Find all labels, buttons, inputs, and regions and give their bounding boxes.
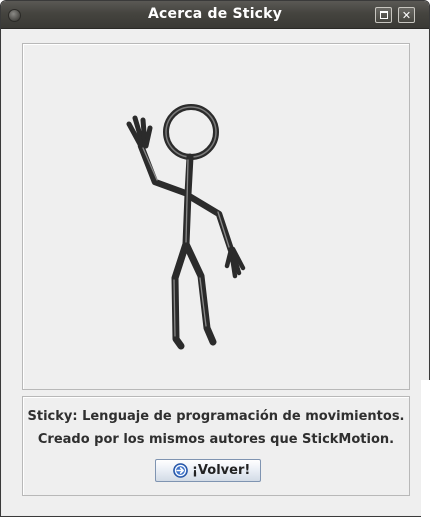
close-icon: ✕: [401, 9, 412, 22]
window-title: Acerca de Sticky: [147, 6, 283, 22]
description-line-2: Creado por los mismos autores que StickM…: [37, 432, 395, 447]
title-bar[interactable]: Acerca de Sticky ✕: [1, 1, 429, 29]
about-dialog-window: Acerca de Sticky ✕ Sticky: Lenguaje de p…: [0, 0, 430, 517]
stick-figure-image: [126, 104, 246, 350]
maximize-button[interactable]: [375, 7, 392, 23]
stick-figure-image-panel: [22, 43, 410, 390]
background-window-edge: [421, 380, 430, 517]
maximize-icon: [380, 11, 388, 19]
description-line-1: Sticky: Lenguaje de programación de movi…: [27, 409, 405, 424]
dialog-content: Sticky: Lenguaje de programación de movi…: [2, 29, 428, 515]
arrow-right-circle-icon: [173, 463, 188, 478]
close-button[interactable]: ✕: [398, 7, 415, 23]
back-button-label: ¡Volver!: [192, 463, 251, 478]
back-button[interactable]: ¡Volver!: [155, 459, 261, 482]
about-info-panel: Sticky: Lenguaje de programación de movi…: [22, 396, 410, 496]
